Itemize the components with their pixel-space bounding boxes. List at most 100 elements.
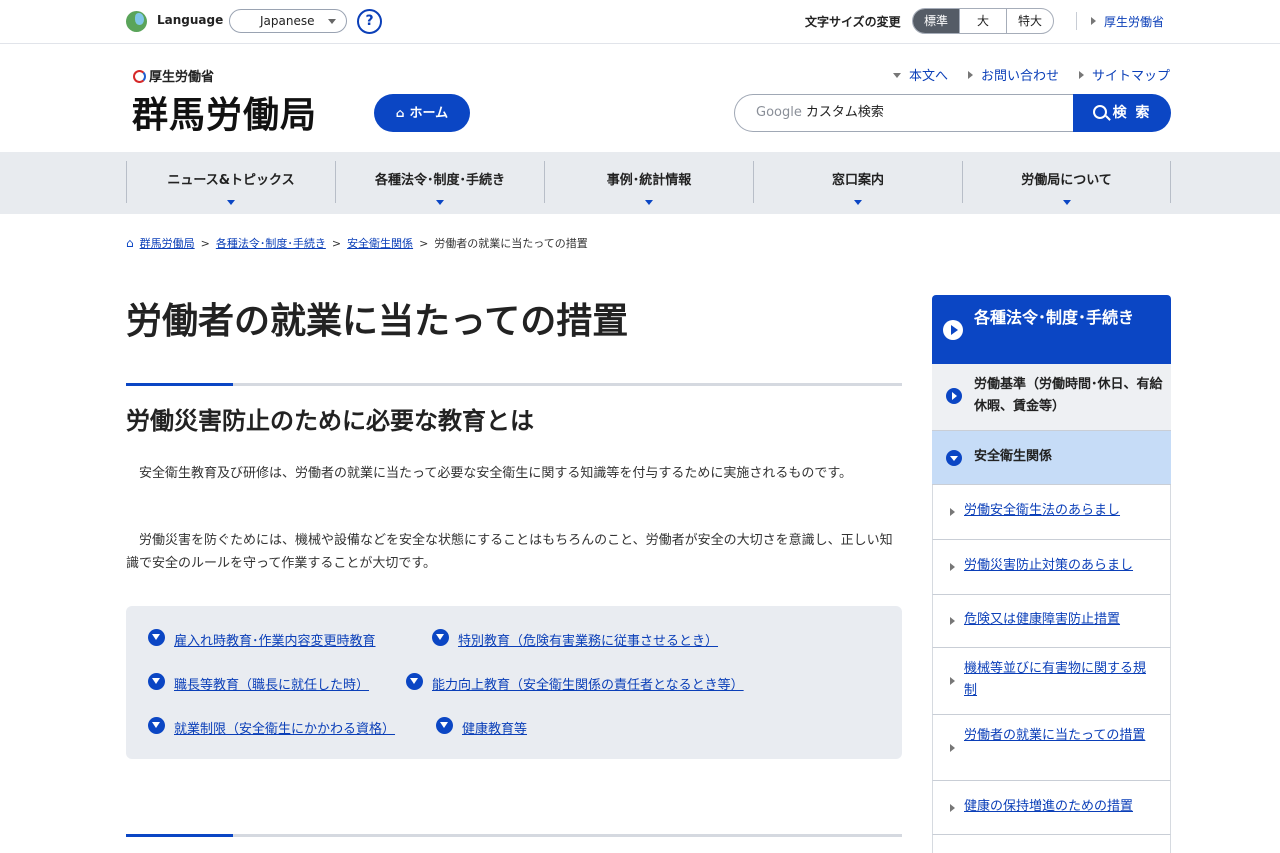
nav-news-label: ニュース&トピックス xyxy=(167,173,295,188)
sidebar-item-label: 安全衛生関係 xyxy=(974,449,1053,464)
caret-right-icon xyxy=(950,744,955,752)
caret-right-icon xyxy=(950,563,955,571)
chevron-down-icon xyxy=(1062,200,1071,205)
fontsize-label: 文字サイズの変更 xyxy=(805,15,901,29)
skip-link-label: 本文へ xyxy=(908,69,948,84)
link-hiring-education[interactable]: 雇入れ時教育･作業内容変更時教育 xyxy=(148,629,376,649)
link-label: 雇入れ時教育･作業内容変更時教育 xyxy=(174,634,376,649)
sidebar-sub-link[interactable]: 労働者の就業に当たっての措置 xyxy=(964,728,1145,743)
language-value: Japanese xyxy=(260,14,315,28)
sidebar-sub-item[interactable]: 健康の保持増進のための措置 xyxy=(932,781,1171,835)
safety-paragraph: 労働災害を防ぐためには、機械や設備などを安全な状態にすることはもちろんのこと、労… xyxy=(126,533,893,571)
logo-ministry[interactable]: 厚生労働省 xyxy=(133,66,214,85)
logo-bureau[interactable]: 群馬労働局 xyxy=(132,86,317,138)
logo-ministry-label: 厚生労働省 xyxy=(149,70,215,85)
link-capability-education[interactable]: 能力向上教育（安全衛生関係の責任者となるとき等） xyxy=(406,673,744,693)
sidebar-sub-item[interactable]: 労働災害防止対策のあらまし xyxy=(932,540,1171,595)
breadcrumb-home-link[interactable]: 群馬労働局 xyxy=(140,237,195,250)
breadcrumb-separator: > xyxy=(419,237,429,250)
chevron-down-icon xyxy=(854,200,862,205)
sidebar-sub-item[interactable]: 労働安全衛生法のあらまし xyxy=(932,485,1171,540)
intro-paragraph: 安全衛生教育及び研修は、労働者の就業に当たって必要な安全衛生に関する知識等を付与… xyxy=(139,466,853,481)
sidebar-sub-item[interactable]: 危険又は健康障害防止措置 xyxy=(932,595,1171,648)
search-input[interactable]: Google カスタム検索 xyxy=(734,94,1074,132)
education-links-box: 雇入れ時教育･作業内容変更時教育 特別教育（危険有害業務に従事させるとき） 職長… xyxy=(126,606,902,759)
nav-contact-desk[interactable]: 窓口案内 xyxy=(753,161,962,205)
ministry-logo-icon xyxy=(133,70,146,83)
divider xyxy=(1076,12,1077,30)
sidebar-item-safety-health[interactable]: 安全衛生関係 xyxy=(932,431,1171,485)
sidebar-sub-link[interactable]: 労働安全衛生法のあらまし xyxy=(964,503,1120,518)
help-button[interactable]: ? xyxy=(357,9,382,34)
sidebar-sub-link[interactable]: 危険又は健康障害防止措置 xyxy=(964,612,1120,627)
nav-news[interactable]: ニュース&トピックス xyxy=(126,161,335,205)
chevron-down-icon xyxy=(328,19,336,24)
breadcrumb-separator: > xyxy=(200,237,210,250)
link-work-restriction[interactable]: 就業制限（安全衛生にかかわる資格） xyxy=(148,717,396,737)
fontsize-standard-button[interactable]: 標準 xyxy=(913,9,959,33)
caret-right-icon xyxy=(950,804,955,812)
home-button[interactable]: ⌂ ホーム xyxy=(374,94,470,132)
sidebar-item-label: 労働基準（労働時間･休日、有給休暇、賃金等） xyxy=(974,377,1163,414)
link-health-education[interactable]: 健康教育等 xyxy=(436,717,528,737)
fontsize-xlarge-button[interactable]: 特大 xyxy=(1006,9,1053,33)
section-divider xyxy=(126,383,902,386)
nav-cases[interactable]: 事例･統計情報 xyxy=(544,161,753,205)
link-label: 就業制限（安全衛生にかかわる資格） xyxy=(174,722,396,737)
sidebar-heading[interactable]: 各種法令･制度･手続き xyxy=(932,295,1171,364)
breadcrumb-separator: > xyxy=(331,237,342,250)
link-label: 健康教育等 xyxy=(462,722,528,737)
chevron-down-circle-icon xyxy=(148,717,165,734)
breadcrumb-current: 労働者の就業に当たっての措置 xyxy=(434,237,588,250)
sidebar-sub-item-current[interactable]: 労働者の就業に当たっての措置 xyxy=(932,715,1171,781)
chevron-down-icon xyxy=(645,200,653,205)
header-links: 本文へ お問い合わせ サイトマップ xyxy=(892,65,1170,84)
arrow-right-circle-icon xyxy=(946,388,962,404)
search-button[interactable]: 検 索 xyxy=(1073,94,1171,132)
link-label: 能力向上教育（安全衛生関係の責任者となるとき等） xyxy=(432,678,744,693)
chevron-down-circle-icon xyxy=(436,717,453,734)
chevron-down-circle-icon xyxy=(406,673,423,690)
sidebar-sub-link[interactable]: 健康の保持増進のための措置 xyxy=(964,799,1133,814)
link-special-education[interactable]: 特別教育（危険有害業務に従事させるとき） xyxy=(432,629,718,649)
nav-contact-desk-label: 窓口案内 xyxy=(831,173,884,188)
skip-to-content-link[interactable]: 本文へ xyxy=(892,65,948,84)
caret-right-icon xyxy=(950,617,955,625)
sidebar-sub-item xyxy=(932,835,1171,853)
mhlw-link[interactable]: 厚生労働省 xyxy=(1091,13,1164,30)
contact-link[interactable]: お問い合わせ xyxy=(967,65,1059,84)
home-icon: ⌂ xyxy=(395,106,405,120)
search-button-label: 検 索 xyxy=(1112,105,1152,121)
sidebar-sub-link[interactable]: 機械等並びに有害物に関する規制 xyxy=(964,661,1146,698)
link-foreman-education[interactable]: 職長等教育（職長に就任した時） xyxy=(148,673,369,693)
fontsize-large-button[interactable]: 大 xyxy=(959,9,1006,33)
sidebar-sub-link[interactable]: 労働災害防止対策のあらまし xyxy=(964,558,1133,573)
chevron-down-circle-icon xyxy=(946,450,962,466)
caret-down-icon xyxy=(892,73,901,78)
language-label: Language xyxy=(157,13,224,27)
global-nav: ニュース&トピックス 各種法令･制度･手続き 事例･統計情報 窓口案内 労働局に… xyxy=(0,152,1280,214)
breadcrumb-laws-link[interactable]: 各種法令･制度･手続き xyxy=(216,237,326,250)
caret-right-icon xyxy=(967,71,973,79)
section-divider xyxy=(126,834,902,837)
breadcrumb-safety-link[interactable]: 安全衛生関係 xyxy=(347,237,413,250)
sidebar-item-labor-standards[interactable]: 労働基準（労働時間･休日、有給休暇、賃金等） xyxy=(932,364,1171,431)
mhlw-link-label: 厚生労働省 xyxy=(1104,15,1165,29)
section-title: 労働災害防止のために必要な教育とは xyxy=(126,407,534,435)
utility-bar: Language Japanese ? 文字サイズの変更 標準 大 特大 厚生労… xyxy=(0,0,1280,44)
sitemap-link-label: サイトマップ xyxy=(1091,69,1170,84)
sidebar-heading-label: 各種法令･制度･手続き xyxy=(974,308,1135,327)
nav-laws[interactable]: 各種法令･制度･手続き xyxy=(335,161,544,205)
language-select[interactable]: Japanese xyxy=(229,9,347,33)
nav-about[interactable]: 労働局について xyxy=(962,161,1171,205)
globe-icon xyxy=(126,11,147,32)
caret-right-icon xyxy=(950,677,955,685)
sidebar-sub-item[interactable]: 機械等並びに有害物に関する規制 xyxy=(932,648,1171,715)
sitemap-link[interactable]: サイトマップ xyxy=(1078,65,1170,84)
search-placeholder: カスタム検索 xyxy=(805,105,884,120)
contact-link-label: お問い合わせ xyxy=(980,69,1059,84)
nav-laws-label: 各種法令･制度･手続き xyxy=(374,173,505,188)
nav-about-label: 労働局について xyxy=(1021,173,1112,188)
chevron-down-circle-icon xyxy=(148,673,165,690)
caret-right-icon xyxy=(950,508,955,516)
